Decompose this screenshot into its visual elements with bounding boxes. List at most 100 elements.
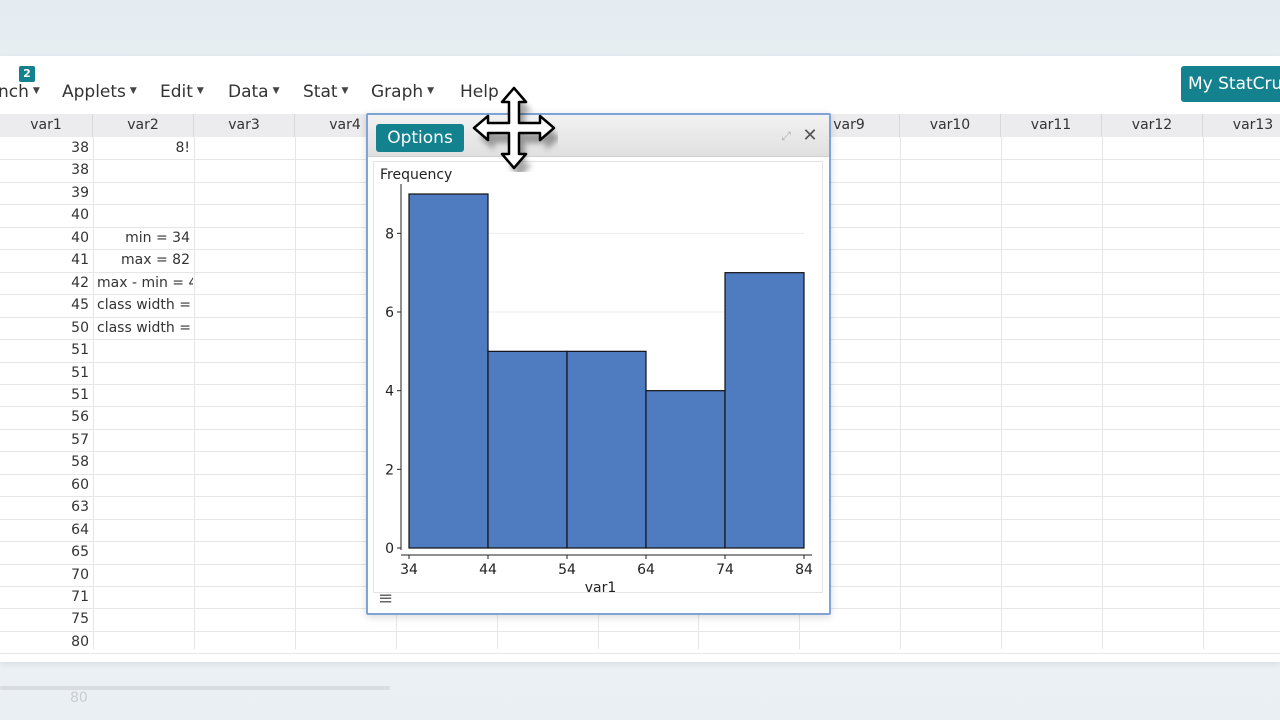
column-header-var13[interactable]: var13 — [1203, 114, 1280, 137]
x-tick-label: 64 — [637, 562, 655, 578]
reflection-text: 80 — [70, 690, 88, 706]
cell-var1[interactable]: 60 — [0, 474, 89, 496]
column-header-var1[interactable]: var1 — [0, 114, 93, 137]
cell-var1[interactable]: 64 — [0, 519, 89, 541]
cell-var2[interactable] — [97, 631, 193, 653]
column-divider — [1001, 137, 1002, 649]
cell-var2[interactable] — [97, 474, 193, 496]
cell-var2[interactable] — [97, 519, 193, 541]
histogram-bar — [566, 350, 647, 549]
cell-var2[interactable]: max - min = 4 — [97, 272, 193, 294]
menu-launch[interactable]: nch ▼ — [0, 82, 40, 102]
cell-var1[interactable]: 45 — [0, 294, 89, 316]
x-tick-label: 44 — [479, 562, 497, 578]
cell-var2[interactable] — [97, 564, 193, 586]
menu-applets-label: Applets — [62, 82, 126, 102]
cell-var1[interactable]: 65 — [0, 541, 89, 563]
cell-var1[interactable]: 40 — [0, 204, 89, 226]
cell-var1[interactable]: 51 — [0, 339, 89, 361]
x-axis-label: var1 — [584, 580, 617, 596]
cell-var1[interactable]: 71 — [0, 586, 89, 608]
histogram-bar — [487, 350, 568, 549]
y-tick-label: 6 — [385, 305, 394, 321]
x-tick-label: 54 — [558, 562, 576, 578]
column-header-var2[interactable]: var2 — [93, 114, 194, 137]
cell-var2[interactable] — [97, 608, 193, 630]
cell-var2[interactable] — [97, 496, 193, 518]
column-divider — [295, 137, 296, 649]
column-divider — [900, 137, 901, 649]
cell-var1[interactable]: 39 — [0, 182, 89, 204]
cell-var2[interactable] — [97, 204, 193, 226]
cell-var1[interactable]: 41 — [0, 249, 89, 271]
menu-edit[interactable]: Edit ▼ — [160, 82, 204, 102]
histogram-bar — [408, 193, 489, 549]
y-tick-label: 0 — [385, 541, 394, 557]
y-tick-label: 8 — [385, 226, 394, 242]
cell-var2[interactable]: class width = — [97, 294, 193, 316]
cell-var2[interactable] — [97, 159, 193, 181]
cell-var2[interactable] — [97, 429, 193, 451]
caret-down-icon: ▼ — [32, 86, 40, 96]
y-tick-label: 4 — [385, 384, 394, 400]
menu-icon[interactable]: ≡ — [378, 588, 393, 609]
cell-var1[interactable]: 58 — [0, 451, 89, 473]
menu-stat-label: Stat — [303, 82, 338, 102]
cell-var1[interactable]: 51 — [0, 362, 89, 384]
cell-var1[interactable]: 51 — [0, 384, 89, 406]
histogram-chart: 0 2 4 6 8 34 44 54 64 74 84 — [385, 184, 813, 578]
cell-var1[interactable]: 70 — [0, 564, 89, 586]
column-header-var12[interactable]: var12 — [1102, 114, 1203, 137]
cell-var1[interactable]: 56 — [0, 406, 89, 428]
notification-badge[interactable]: 2 — [19, 66, 35, 82]
column-header-var10[interactable]: var10 — [900, 114, 1001, 137]
caret-down-icon: ▼ — [129, 86, 137, 96]
cell-var1[interactable]: 50 — [0, 317, 89, 339]
cell-var2[interactable] — [97, 586, 193, 608]
cell-var2[interactable]: class width = — [97, 317, 193, 339]
x-tick-label: 84 — [795, 562, 813, 578]
menu-launch-label: nch — [0, 82, 29, 102]
cell-var2[interactable] — [97, 384, 193, 406]
cell-var2[interactable] — [97, 406, 193, 428]
my-statcrunch-button[interactable]: My StatCrunch — [1181, 66, 1280, 102]
histogram-window[interactable]: Options ⤢ ✕ Frequency 0 2 4 6 8 34 44 54 64 74 84 … — [366, 113, 831, 615]
cell-var1[interactable]: 38 — [0, 137, 89, 159]
menu-stat[interactable]: Stat ▼ — [303, 82, 348, 102]
menu-data[interactable]: Data ▼ — [228, 82, 280, 102]
cell-var1[interactable]: 40 — [0, 227, 89, 249]
cell-var2[interactable] — [97, 339, 193, 361]
caret-down-icon: ▼ — [196, 86, 204, 96]
cell-var1[interactable]: 38 — [0, 159, 89, 181]
histogram-bar — [724, 272, 805, 549]
column-divider — [1102, 137, 1103, 649]
caret-down-icon: ▼ — [341, 86, 349, 96]
cell-var1[interactable]: 80 — [0, 631, 89, 653]
cell-var2[interactable] — [97, 182, 193, 204]
cell-var2[interactable]: min = 34 — [94, 227, 190, 249]
move-cursor-icon — [472, 86, 558, 172]
cell-var1[interactable]: 57 — [0, 429, 89, 451]
column-header-var11[interactable]: var11 — [1001, 114, 1102, 137]
menu-data-label: Data — [228, 82, 269, 102]
reflection-bar — [0, 686, 390, 690]
menu-graph[interactable]: Graph ▼ — [371, 82, 434, 102]
cell-var1[interactable]: 63 — [0, 496, 89, 518]
cell-var2[interactable]: 8! — [94, 137, 190, 159]
column-header-var3[interactable]: var3 — [194, 114, 295, 137]
caret-down-icon: ▼ — [272, 86, 280, 96]
column-divider — [194, 137, 195, 649]
menu-edit-label: Edit — [160, 82, 193, 102]
cell-var1[interactable]: 75 — [0, 608, 89, 630]
cell-var2[interactable] — [97, 362, 193, 384]
column-divider — [93, 137, 94, 649]
row-divider — [0, 653, 1280, 655]
cell-var1[interactable]: 42 — [0, 272, 89, 294]
x-tick-label: 74 — [716, 562, 734, 578]
menu-applets[interactable]: Applets ▼ — [62, 82, 137, 102]
column-divider — [1203, 137, 1204, 649]
cell-var2[interactable] — [97, 541, 193, 563]
cell-var2[interactable] — [97, 451, 193, 473]
cell-var2[interactable]: max = 82 — [94, 249, 190, 271]
x-tick-label: 34 — [400, 562, 418, 578]
